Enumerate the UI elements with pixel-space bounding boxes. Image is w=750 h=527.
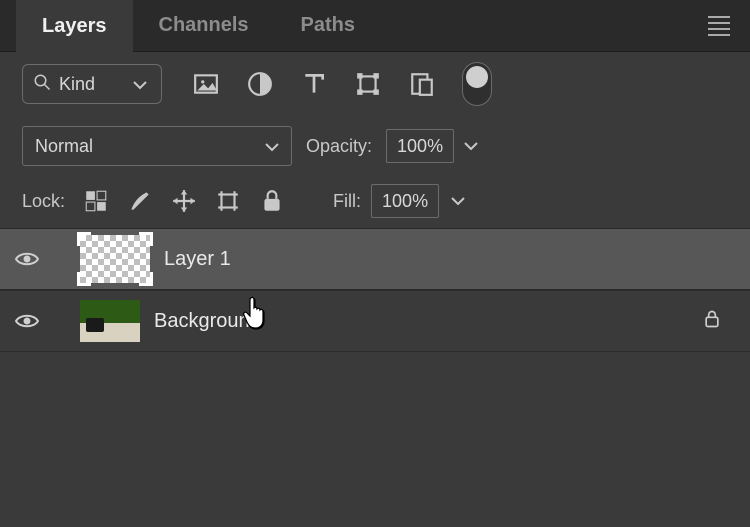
- panel-tabs: Layers Channels Paths: [0, 0, 750, 52]
- layer-row[interactable]: Background: [0, 290, 750, 352]
- layer-name[interactable]: Layer 1: [164, 248, 730, 271]
- fill-chevron-icon[interactable]: [449, 194, 467, 208]
- blend-mode-dropdown[interactable]: Normal: [22, 126, 292, 166]
- lock-all-icon[interactable]: [259, 187, 285, 215]
- filter-type-dropdown[interactable]: Kind: [22, 64, 162, 104]
- filter-icons: [192, 62, 492, 106]
- lock-artboard-icon[interactable]: [215, 187, 241, 215]
- filter-type-label: Kind: [59, 74, 95, 95]
- filter-type-text-icon[interactable]: [300, 70, 328, 98]
- lock-position-icon[interactable]: [171, 187, 197, 215]
- lock-transparent-icon[interactable]: [83, 187, 109, 215]
- search-icon: [33, 73, 51, 96]
- lock-row: Lock: Fill: 100%: [0, 174, 750, 228]
- visibility-eye-icon[interactable]: [14, 250, 40, 268]
- blend-row: Normal Opacity: 100%: [0, 116, 750, 174]
- opacity-value-input[interactable]: 100%: [386, 129, 454, 163]
- opacity-label: Opacity:: [306, 136, 372, 157]
- opacity-chevron-icon[interactable]: [462, 139, 480, 153]
- filter-shape-icon[interactable]: [354, 70, 382, 98]
- layer-lock-icon[interactable]: [702, 307, 722, 336]
- lock-brush-icon[interactable]: [127, 187, 153, 215]
- fill-value-input[interactable]: 100%: [371, 184, 439, 218]
- chevron-down-icon: [133, 74, 147, 95]
- filter-pixel-icon[interactable]: [192, 70, 220, 98]
- layer-row[interactable]: Layer 1: [0, 228, 750, 290]
- tab-paths[interactable]: Paths: [275, 0, 381, 51]
- fill-label: Fill:: [333, 191, 361, 212]
- chevron-down-icon: [265, 136, 279, 157]
- filter-toggle[interactable]: [462, 62, 492, 106]
- layer-name[interactable]: Background: [154, 310, 688, 333]
- lock-label: Lock:: [22, 191, 65, 212]
- tab-layers[interactable]: Layers: [16, 0, 133, 52]
- filter-adjustment-icon[interactable]: [246, 70, 274, 98]
- blend-mode-value: Normal: [35, 136, 93, 157]
- layer-thumbnail[interactable]: [80, 300, 140, 342]
- layer-thumbnail[interactable]: [80, 235, 150, 283]
- filter-row: Kind: [0, 52, 750, 116]
- filter-smartobject-icon[interactable]: [408, 70, 436, 98]
- panel-menu-icon[interactable]: [708, 14, 732, 38]
- visibility-eye-icon[interactable]: [14, 312, 40, 330]
- tab-channels[interactable]: Channels: [133, 0, 275, 51]
